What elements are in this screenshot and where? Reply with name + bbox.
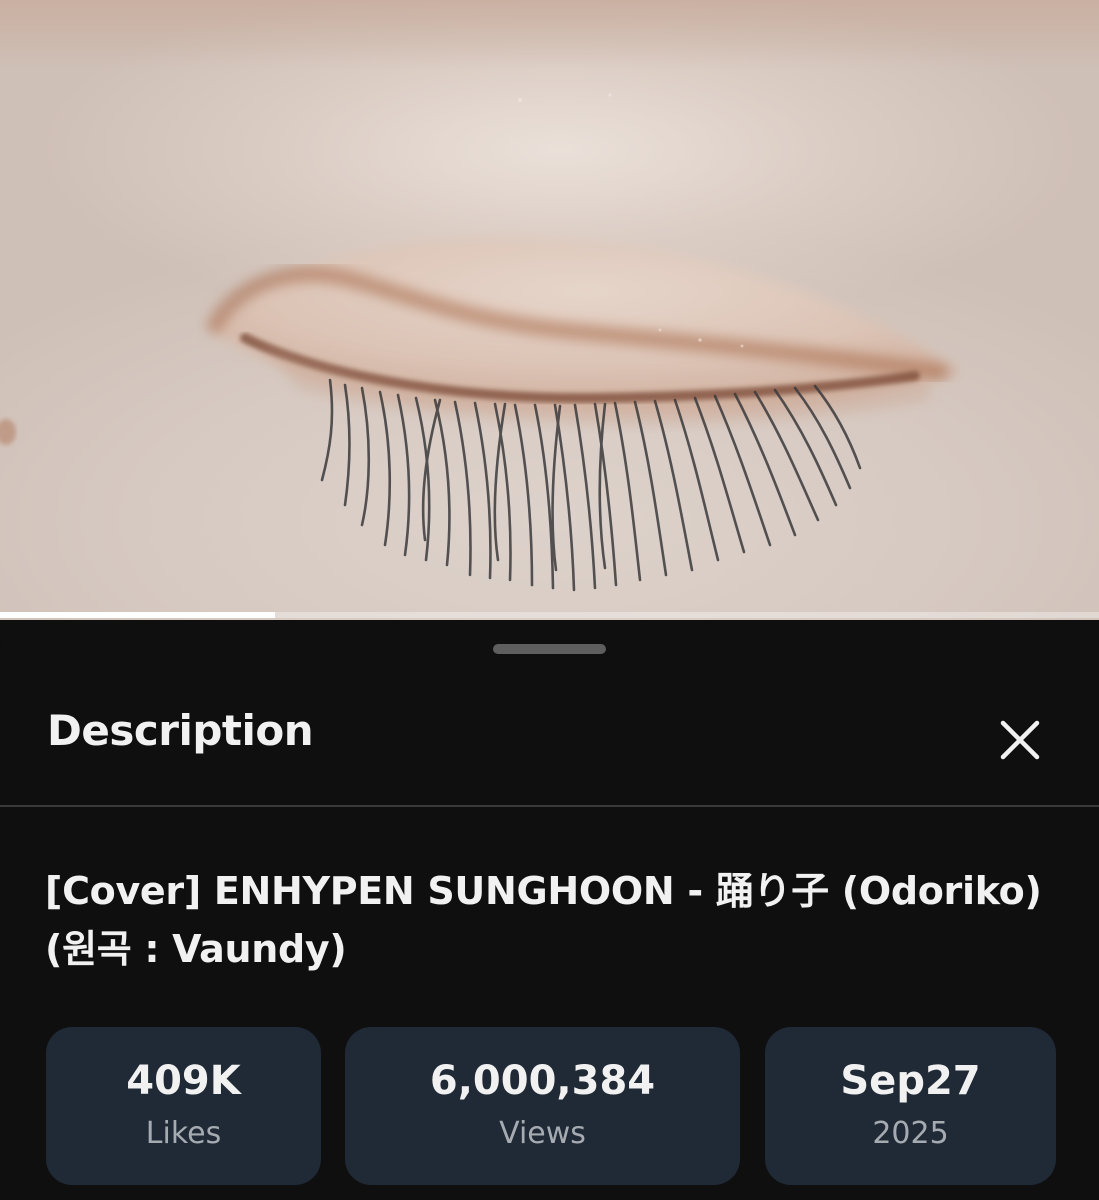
views-count: 6,000,384 (429, 1058, 656, 1104)
closed-eye-closeup-image (0, 0, 1099, 592)
divider (0, 805, 1099, 807)
sheet-title: Description (47, 706, 314, 755)
likes-count: 409K (126, 1058, 241, 1104)
likes-stat: 409K Likes (46, 1027, 321, 1185)
close-icon (1000, 720, 1040, 760)
views-label: Views (499, 1116, 586, 1151)
video-title: [Cover] ENHYPEN SUNGHOON - 踊り子 (Odoriko)… (45, 869, 1042, 971)
views-stat: 6,000,384 Views (345, 1027, 740, 1185)
publish-year: 2025 (872, 1116, 949, 1151)
date-stat: Sep27 2025 (765, 1027, 1056, 1185)
close-button[interactable] (994, 714, 1046, 766)
drag-handle[interactable] (493, 644, 606, 654)
video-progress-fill (0, 612, 275, 618)
publish-date: Sep27 (840, 1058, 981, 1104)
likes-label: Likes (145, 1116, 222, 1151)
video-player[interactable] (0, 0, 1099, 620)
app-root: Description [Cover] ENHYPEN SUNGHOON - 踊… (0, 0, 1099, 1200)
video-progress-bar[interactable] (0, 612, 1099, 618)
description-sheet: Description [Cover] ENHYPEN SUNGHOON - 踊… (0, 622, 1099, 1200)
